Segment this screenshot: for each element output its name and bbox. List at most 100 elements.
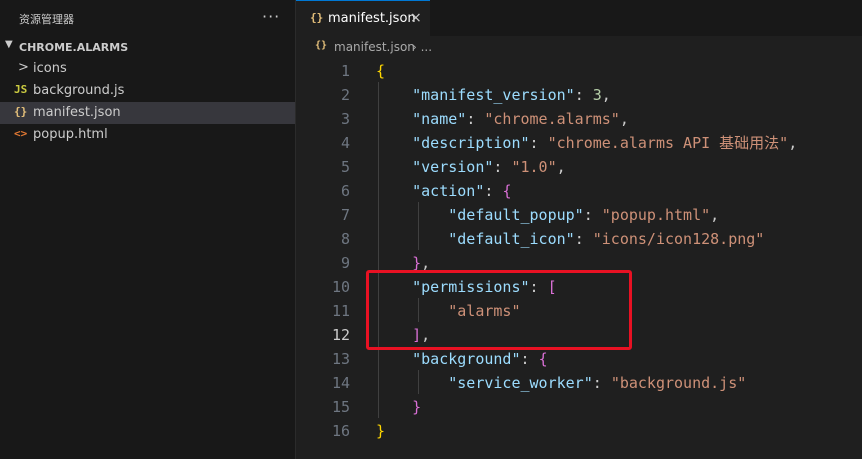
code-token: { (502, 182, 512, 200)
code-token: , (556, 158, 566, 176)
code-line[interactable]: 14 "service_worker": "background.js" (296, 371, 862, 395)
code-text: { (376, 59, 385, 83)
code-line[interactable]: 7 "default_popup": "popup.html", (296, 203, 862, 227)
code-token: "popup.html" (601, 206, 711, 224)
chevron-down-icon: ▼ (5, 39, 13, 50)
code-text: "action": { (376, 179, 511, 203)
breadcrumb-file[interactable]: manifest.json (334, 40, 415, 54)
tree-item-label: background.js (33, 83, 125, 98)
code-text: "manifest_version": 3, (376, 83, 611, 107)
tree-item-icons[interactable]: > icons (0, 58, 295, 80)
code-token: "description" (412, 134, 530, 152)
tree-item-label: icons (33, 61, 67, 76)
code-text: } (376, 419, 385, 443)
close-icon[interactable]: × (410, 10, 422, 26)
tree-item-label: manifest.json (33, 105, 121, 120)
code-line[interactable]: 5 "version": "1.0", (296, 155, 862, 179)
json-file-icon: {} (14, 105, 28, 118)
code-text: "description": "chrome.alarms API 基础用法", (376, 131, 797, 155)
line-number: 3 (340, 110, 350, 128)
code-token: , (788, 134, 798, 152)
line-number: 11 (331, 302, 350, 320)
code-token: "default_icon" (448, 230, 575, 248)
code-token: : (520, 350, 539, 368)
code-line[interactable]: 16} (296, 419, 862, 443)
code-line[interactable]: 13 "background": { (296, 347, 862, 371)
line-number: 15 (331, 398, 350, 416)
code-line[interactable]: 4 "description": "chrome.alarms API 基础用法… (296, 131, 862, 155)
code-token: "default_popup" (448, 206, 584, 224)
line-number: 10 (331, 278, 350, 296)
code-line[interactable]: 3 "name": "chrome.alarms", (296, 107, 862, 131)
code-text: "name": "chrome.alarms", (376, 107, 629, 131)
line-number: 7 (340, 206, 350, 224)
explorer-header: 资源管理器 ··· (0, 0, 295, 36)
line-number: 12 (331, 326, 350, 344)
code-token: "version" (412, 158, 494, 176)
line-number: 6 (340, 182, 350, 200)
folder-header[interactable]: ▼ CHROME.ALARMS (0, 36, 295, 58)
code-line[interactable]: 8 "default_icon": "icons/icon128.png" (296, 227, 862, 251)
code-token: , (601, 86, 611, 104)
line-number: 1 (340, 62, 350, 80)
tree-item-manifest-json[interactable]: {} manifest.json (0, 102, 295, 124)
tree-item-background-js[interactable]: JS background.js (0, 80, 295, 102)
folder-name: CHROME.ALARMS (19, 41, 129, 54)
line-number: 4 (340, 134, 350, 152)
code-token: : (574, 86, 593, 104)
tree-item-popup-html[interactable]: <> popup.html (0, 124, 295, 146)
code-token: "background" (412, 350, 521, 368)
line-number: 14 (331, 374, 350, 392)
code-token: "name" (412, 110, 467, 128)
code-text: "service_worker": "background.js" (376, 371, 746, 395)
code-token: : (529, 134, 548, 152)
code-editor[interactable]: 1{2 "manifest_version": 3, 3 "name": "chr… (296, 58, 862, 459)
javascript-file-icon: JS (14, 83, 28, 96)
line-number: 2 (340, 86, 350, 104)
code-line[interactable]: 2 "manifest_version": 3, (296, 83, 862, 107)
code-token: "background.js" (610, 374, 747, 392)
code-token: 3 (592, 86, 602, 104)
code-token: : (466, 110, 485, 128)
html-file-icon: <> (14, 127, 28, 140)
code-token: { (376, 62, 386, 80)
code-text: "default_icon": "icons/icon128.png" (376, 227, 764, 251)
line-number: 16 (331, 422, 350, 440)
code-token: : (493, 158, 512, 176)
explorer-title: 资源管理器 (19, 13, 74, 26)
code-token: "1.0" (511, 158, 557, 176)
code-token: : (592, 374, 611, 392)
chevron-right-icon: > (18, 60, 29, 75)
tab-manifest-json[interactable]: {} manifest.json × (296, 0, 430, 36)
line-number: 5 (340, 158, 350, 176)
code-token: "icons/icon128.png" (592, 230, 765, 248)
code-line[interactable]: 1{ (296, 59, 862, 83)
code-token: , (710, 206, 720, 224)
line-number: 9 (340, 254, 350, 272)
code-token: } (376, 422, 386, 440)
code-token: "manifest_version" (412, 86, 575, 104)
code-text: "version": "1.0", (376, 155, 566, 179)
code-token: : (484, 182, 503, 200)
more-actions-icon[interactable]: ··· (262, 7, 280, 26)
breadcrumb-more[interactable]: › ... (412, 40, 432, 54)
code-token: "chrome.alarms API 基础用法" (547, 134, 789, 152)
code-token: "service_worker" (448, 374, 593, 392)
code-token: "action" (412, 182, 485, 200)
code-line[interactable]: 6 "action": { (296, 179, 862, 203)
permissions-highlight-box (366, 270, 632, 350)
line-number: 8 (340, 230, 350, 248)
tree-item-label: popup.html (33, 127, 108, 142)
code-token: , (619, 110, 629, 128)
code-line[interactable]: 15 } (296, 395, 862, 419)
